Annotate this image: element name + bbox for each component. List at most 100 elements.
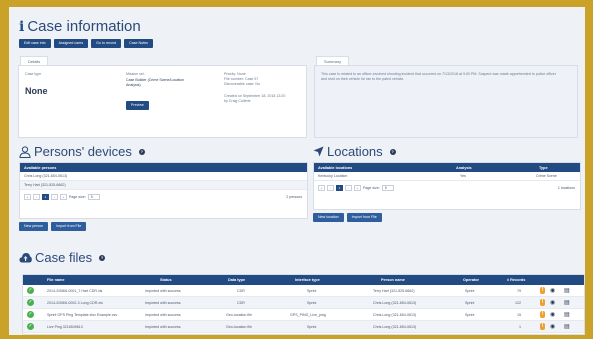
file-person: Chris Long (321-654-0613) [373,312,417,317]
case-page: i Case information Edit case info Assign… [9,7,585,335]
file-name[interactable]: Live Ping 3216549613 [47,325,83,329]
case-action-buttons: Edit case info Assigned users Go to reco… [19,39,153,48]
page-number[interactable]: 1 [336,185,343,191]
last-page-icon[interactable]: » [354,185,361,191]
table-row[interactable]: ✓ Sprint GPS Ping Template.xlsx Example.… [23,309,584,321]
view-icon[interactable]: ◉ [550,311,555,318]
persons-pager: « ‹ 1 › » Page size: 5 2 persons [20,190,307,204]
file-operator: Sprint [465,288,475,293]
assigned-users-button[interactable]: Assigned users [53,39,89,48]
persons-title: Persons' devices [34,144,132,159]
table-row[interactable]: Kentucky Location Yes Crime Scene [314,172,580,181]
page-number[interactable]: 1 [42,194,49,200]
file-status: Imported with success [145,300,181,305]
status-ok-icon: ✓ [27,299,34,306]
first-page-icon[interactable]: « [318,185,325,191]
warning-icon[interactable]: ! [540,311,545,318]
col-records: # Records [507,278,526,282]
files-table: File name Status Data type Interface typ… [22,274,585,335]
view-icon[interactable]: ◉ [550,323,555,330]
file-number-text: File number: Case 57 [224,77,259,81]
file-person: Terry Hart (321-525-6662) [373,288,415,293]
page-size-select[interactable]: 5 [381,185,394,191]
col-type: Type [539,165,548,170]
new-person-button[interactable]: New person [19,222,49,231]
file-interface: Sprint [307,300,317,305]
persons-count: 2 persons [286,195,302,199]
table-row[interactable]: ✓ Live Ping 3216549613 Imported with suc… [23,321,584,333]
import-persons-button[interactable]: Import from File [51,222,87,231]
file-data-type: CDR [237,300,245,305]
file-interface: Sprint [307,288,317,293]
locations-count: 1 locations [557,186,575,190]
file-status: Imported with success [145,312,181,317]
table-row[interactable]: ✓ 2014-2/0/8/6-0002-3 Long CDR.xls Impor… [23,297,584,309]
locations-buttons: New location Import from File [313,213,382,222]
priority-text: Priority: None [224,72,246,76]
file-data-type: Geo-location file [226,324,252,329]
person-icon [19,145,31,158]
edit-case-info-button[interactable]: Edit case info [19,39,51,48]
discoverable-text: Discoverable case: No [224,82,260,86]
next-page-icon[interactable]: › [51,194,58,200]
page-size-select[interactable]: 5 [87,194,100,200]
case-info-title: Case information [27,18,141,35]
warning-icon[interactable]: ! [540,287,545,294]
prev-page-icon[interactable]: ‹ [33,194,40,200]
locations-pager: « ‹ 1 › » Page size: 5 1 locations [314,181,580,195]
warning-icon[interactable]: ! [540,299,545,306]
help-icon[interactable]: ? [389,148,396,155]
warning-icon[interactable]: ! [540,323,545,330]
file-interface: GPS_PING_Live_ping [290,312,326,317]
document-icon[interactable]: ▤ [564,287,570,294]
persons-heading: Persons' devices ? [19,144,145,159]
document-icon[interactable]: ▤ [564,299,570,306]
case-notes-button[interactable]: Case Notes [124,39,153,48]
files-heading: Case files ? [19,250,106,265]
col-file-name: File name [47,278,65,282]
created-text: Created on September 18, 2018 13:20 [224,94,286,98]
case-type-value: None [25,86,48,96]
last-page-icon[interactable]: » [60,194,67,200]
go-to-record-button[interactable]: Go to record [91,39,122,48]
location-name: Kentucky Location [318,174,348,178]
persons-buttons: New person Import from File [19,222,87,231]
mission-value: Case Builder (Crime Scene/Location Analy… [126,78,185,87]
file-operator: Sprint [465,300,475,305]
new-location-button[interactable]: New location [313,213,344,222]
files-title: Case files [35,250,93,265]
file-name[interactable]: 2014-2/0/8/6-0001_7 Hart CDR.xls [47,289,102,293]
help-icon[interactable]: ? [99,254,106,261]
page-size-label: Page size: [69,195,86,199]
location-type: Crime Scene [536,174,557,178]
page-size-label: Page size: [363,186,380,190]
file-records: 79 [517,288,521,293]
document-icon[interactable]: ▤ [564,323,570,330]
mission-label: Mission sel. [126,72,145,76]
table-row[interactable]: Terry Hart (321-525-6662) [20,181,307,190]
file-name[interactable]: Sprint GPS Ping Template.xlsx Example.cs… [47,313,127,317]
help-icon[interactable]: ? [138,148,145,155]
locations-heading: Locations ? [313,144,396,159]
created-by-text: by Craig Cullerle [224,99,251,103]
table-row[interactable]: ✓ 2014-2/0/8/6-0001_7 Hart CDR.xls Impor… [23,285,584,297]
case-summary-panel: This case is related to an officer-invol… [314,65,578,138]
location-arrow-icon [313,146,324,157]
import-locations-button[interactable]: Import from File [346,213,382,222]
file-records: 1 [519,324,521,329]
view-icon[interactable]: ◉ [550,287,555,294]
table-row[interactable]: Chris Long (321-654-0613) [20,172,307,181]
col-analysis: Analysis [456,165,472,170]
view-icon[interactable]: ◉ [550,299,555,306]
summary-text: This case is related to an officer-invol… [321,72,557,81]
prev-page-icon[interactable]: ‹ [327,185,334,191]
status-ok-icon: ✓ [27,323,34,330]
file-interface: Sprint [307,324,317,329]
next-page-icon[interactable]: › [345,185,352,191]
first-page-icon[interactable]: « [24,194,31,200]
preview-button[interactable]: Preview [126,101,149,110]
document-icon[interactable]: ▤ [564,311,570,318]
file-name[interactable]: 2014-2/0/8/6-0002-3 Long CDR.xls [47,301,103,305]
cloud-upload-icon [19,253,32,263]
files-table-header: File name Status Data type Interface typ… [23,275,584,285]
